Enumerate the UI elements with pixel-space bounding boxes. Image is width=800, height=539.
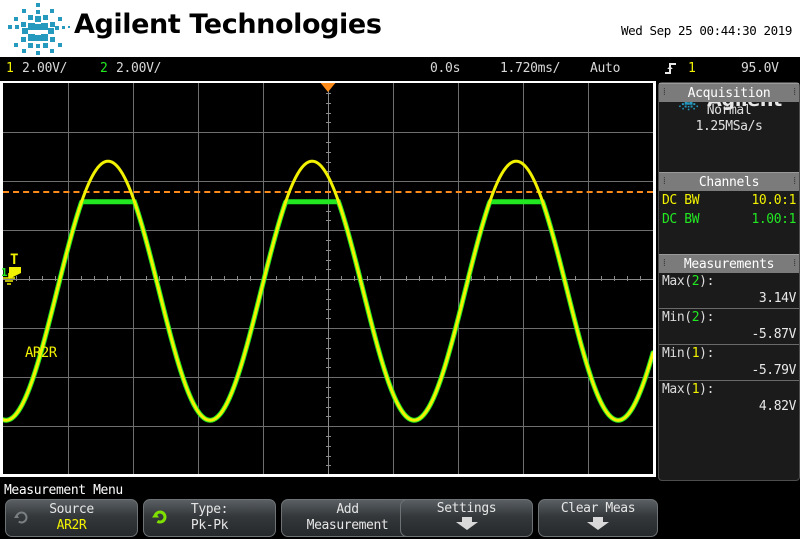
softkey-clear-meas[interactable]: Clear Meas	[538, 499, 658, 537]
status-trigger-mode[interactable]: Auto	[590, 61, 620, 76]
acquisition-sample-rate: 1.25MSa/s	[695, 119, 763, 134]
channel-coupling: DC BW	[662, 212, 700, 227]
measurement-name-suffix: ):	[699, 310, 715, 325]
softkey-source-line1: Source	[49, 502, 94, 517]
channels-body: DC BW 10.0:1 DC BW 1.00:1	[659, 191, 799, 254]
plot-source-label: AR2R	[25, 345, 57, 361]
ch1-ground-marker[interactable]: 1	[1, 265, 23, 295]
measurement-value: 4.82V	[758, 399, 797, 414]
waveform-plot-area[interactable]: AR2R	[0, 81, 656, 477]
measurement-item[interactable]: Max(1): 4.82V	[659, 380, 799, 416]
measurement-name-prefix: Max(	[662, 382, 692, 397]
channel-row[interactable]: DC BW 1.00:1	[659, 210, 799, 229]
status-ch1-scale[interactable]: 2.00V/	[22, 61, 67, 76]
softkey-source[interactable]: Source AR2R	[5, 499, 138, 537]
svg-text:1: 1	[1, 266, 8, 279]
channel-row[interactable]: DC BW 10.0:1	[659, 191, 799, 210]
measurement-item[interactable]: Max(2): 3.14V	[659, 273, 799, 308]
channel-probe: 1.00:1	[751, 212, 796, 227]
measurement-value: 3.14V	[758, 291, 797, 306]
status-ch2-scale[interactable]: 2.00V/	[116, 61, 161, 76]
waveform-traces	[3, 159, 653, 423]
entry-knob-active-glyph	[152, 510, 167, 524]
softkey-add-measurement[interactable]: Add Measurement	[281, 499, 414, 537]
softkey-type[interactable]: Type: Pk-Pk	[143, 499, 276, 537]
status-trigger-level[interactable]: 95.0V	[741, 61, 779, 76]
side-info-panel: Agilent ⁞ Acquisition ⁞ Normal 1.25MSa/s…	[658, 82, 800, 481]
softkey-clear-label: Clear Meas	[560, 500, 636, 516]
acquisition-title: Acquisition	[687, 85, 771, 101]
agilent-logo-svg	[8, 3, 70, 55]
rising-edge-glyph	[665, 63, 676, 74]
measurement-label: Min(1):	[662, 345, 796, 362]
channels-title: Channels	[698, 174, 760, 190]
ground-reference-icon: 1	[1, 266, 21, 285]
status-timebase[interactable]: 1.720ms/	[500, 61, 561, 76]
measurement-name-prefix: Min(	[662, 310, 692, 325]
softkey-type-value: Pk-Pk	[190, 518, 229, 533]
channels-section-header[interactable]: ⁞ Channels ⁞	[659, 172, 799, 191]
channel-coupling: DC BW	[662, 193, 700, 208]
grip-dots-icon: ⁞	[663, 87, 666, 98]
down-arrow-icon	[584, 516, 612, 536]
channel-probe: 10.0:1	[751, 193, 796, 208]
status-delay[interactable]: 0.0s	[430, 61, 460, 76]
trigger-position-icon[interactable]	[319, 83, 337, 92]
status-ch2-number[interactable]: 2	[100, 61, 108, 76]
down-arrow-glyph	[455, 516, 478, 530]
status-trigger-source[interactable]: 1	[688, 61, 696, 76]
oscilloscope-screen: Agilent Technologies Wed Sep 25 00:44:30…	[0, 0, 800, 539]
grip-dots-icon: ⁞	[793, 176, 796, 187]
app-header: Agilent Technologies Wed Sep 25 00:44:30…	[0, 0, 800, 57]
softkey-settings-label: Settings	[436, 500, 497, 516]
softkey-settings[interactable]: Settings	[400, 499, 533, 537]
grip-dots-icon: ⁞	[663, 258, 666, 269]
graticule: AR2R	[3, 83, 653, 474]
entry-knob-icon	[13, 509, 30, 531]
measurement-name-prefix: Min(	[662, 346, 692, 361]
grip-dots-icon: ⁞	[793, 258, 796, 269]
measurement-value: -5.87V	[751, 327, 796, 342]
measurement-value: -5.79V	[751, 363, 796, 378]
grip-dots-icon: ⁞	[663, 176, 666, 187]
softkey-bar: Source AR2R Type: Pk-Pk Add Measurement …	[0, 499, 800, 539]
measurements-body: Max(2): 3.14V Min(2): -5.87V Min(1): -5.…	[659, 273, 799, 416]
status-ch1-number[interactable]: 1	[6, 61, 14, 76]
softkey-add-line1: Add	[336, 502, 359, 517]
measurement-name-suffix: ):	[699, 274, 715, 289]
brand-title: Agilent Technologies	[74, 9, 382, 40]
agilent-starburst-icon	[6, 3, 72, 55]
softkey-source-value: AR2R	[56, 518, 87, 533]
measurement-name-suffix: ):	[699, 346, 715, 361]
grip-dots-icon: ⁞	[793, 87, 796, 98]
measurement-label: Min(2):	[662, 309, 796, 326]
datetime-label: Wed Sep 25 00:44:30 2019	[620, 23, 792, 38]
measurements-title: Measurements	[683, 256, 775, 272]
acquisition-section-header[interactable]: ⁞ Acquisition ⁞	[659, 83, 799, 102]
softkey-add-line2: Measurement	[306, 518, 389, 533]
measurement-item[interactable]: Min(2): -5.87V	[659, 308, 799, 344]
status-bar: 1 2.00V/ 2 2.00V/ 0.0s 1.720ms/ Auto 1 9…	[0, 57, 800, 81]
down-arrow-icon	[453, 516, 481, 536]
measurement-label: Max(1):	[662, 381, 796, 398]
entry-knob-active-icon	[151, 508, 169, 531]
measurement-label: Max(2):	[662, 273, 796, 290]
measurements-section-header[interactable]: ⁞ Measurements ⁞	[659, 254, 799, 273]
softkey-type-line1: Type:	[190, 502, 229, 517]
rising-edge-icon	[665, 62, 677, 80]
menu-title: Measurement Menu	[4, 483, 123, 498]
measurement-name-suffix: ):	[699, 382, 715, 397]
entry-knob-glyph	[14, 511, 28, 524]
measurement-item[interactable]: Min(1): -5.79V	[659, 344, 799, 380]
down-arrow-glyph	[587, 516, 609, 530]
measurement-name-prefix: Max(	[662, 274, 692, 289]
